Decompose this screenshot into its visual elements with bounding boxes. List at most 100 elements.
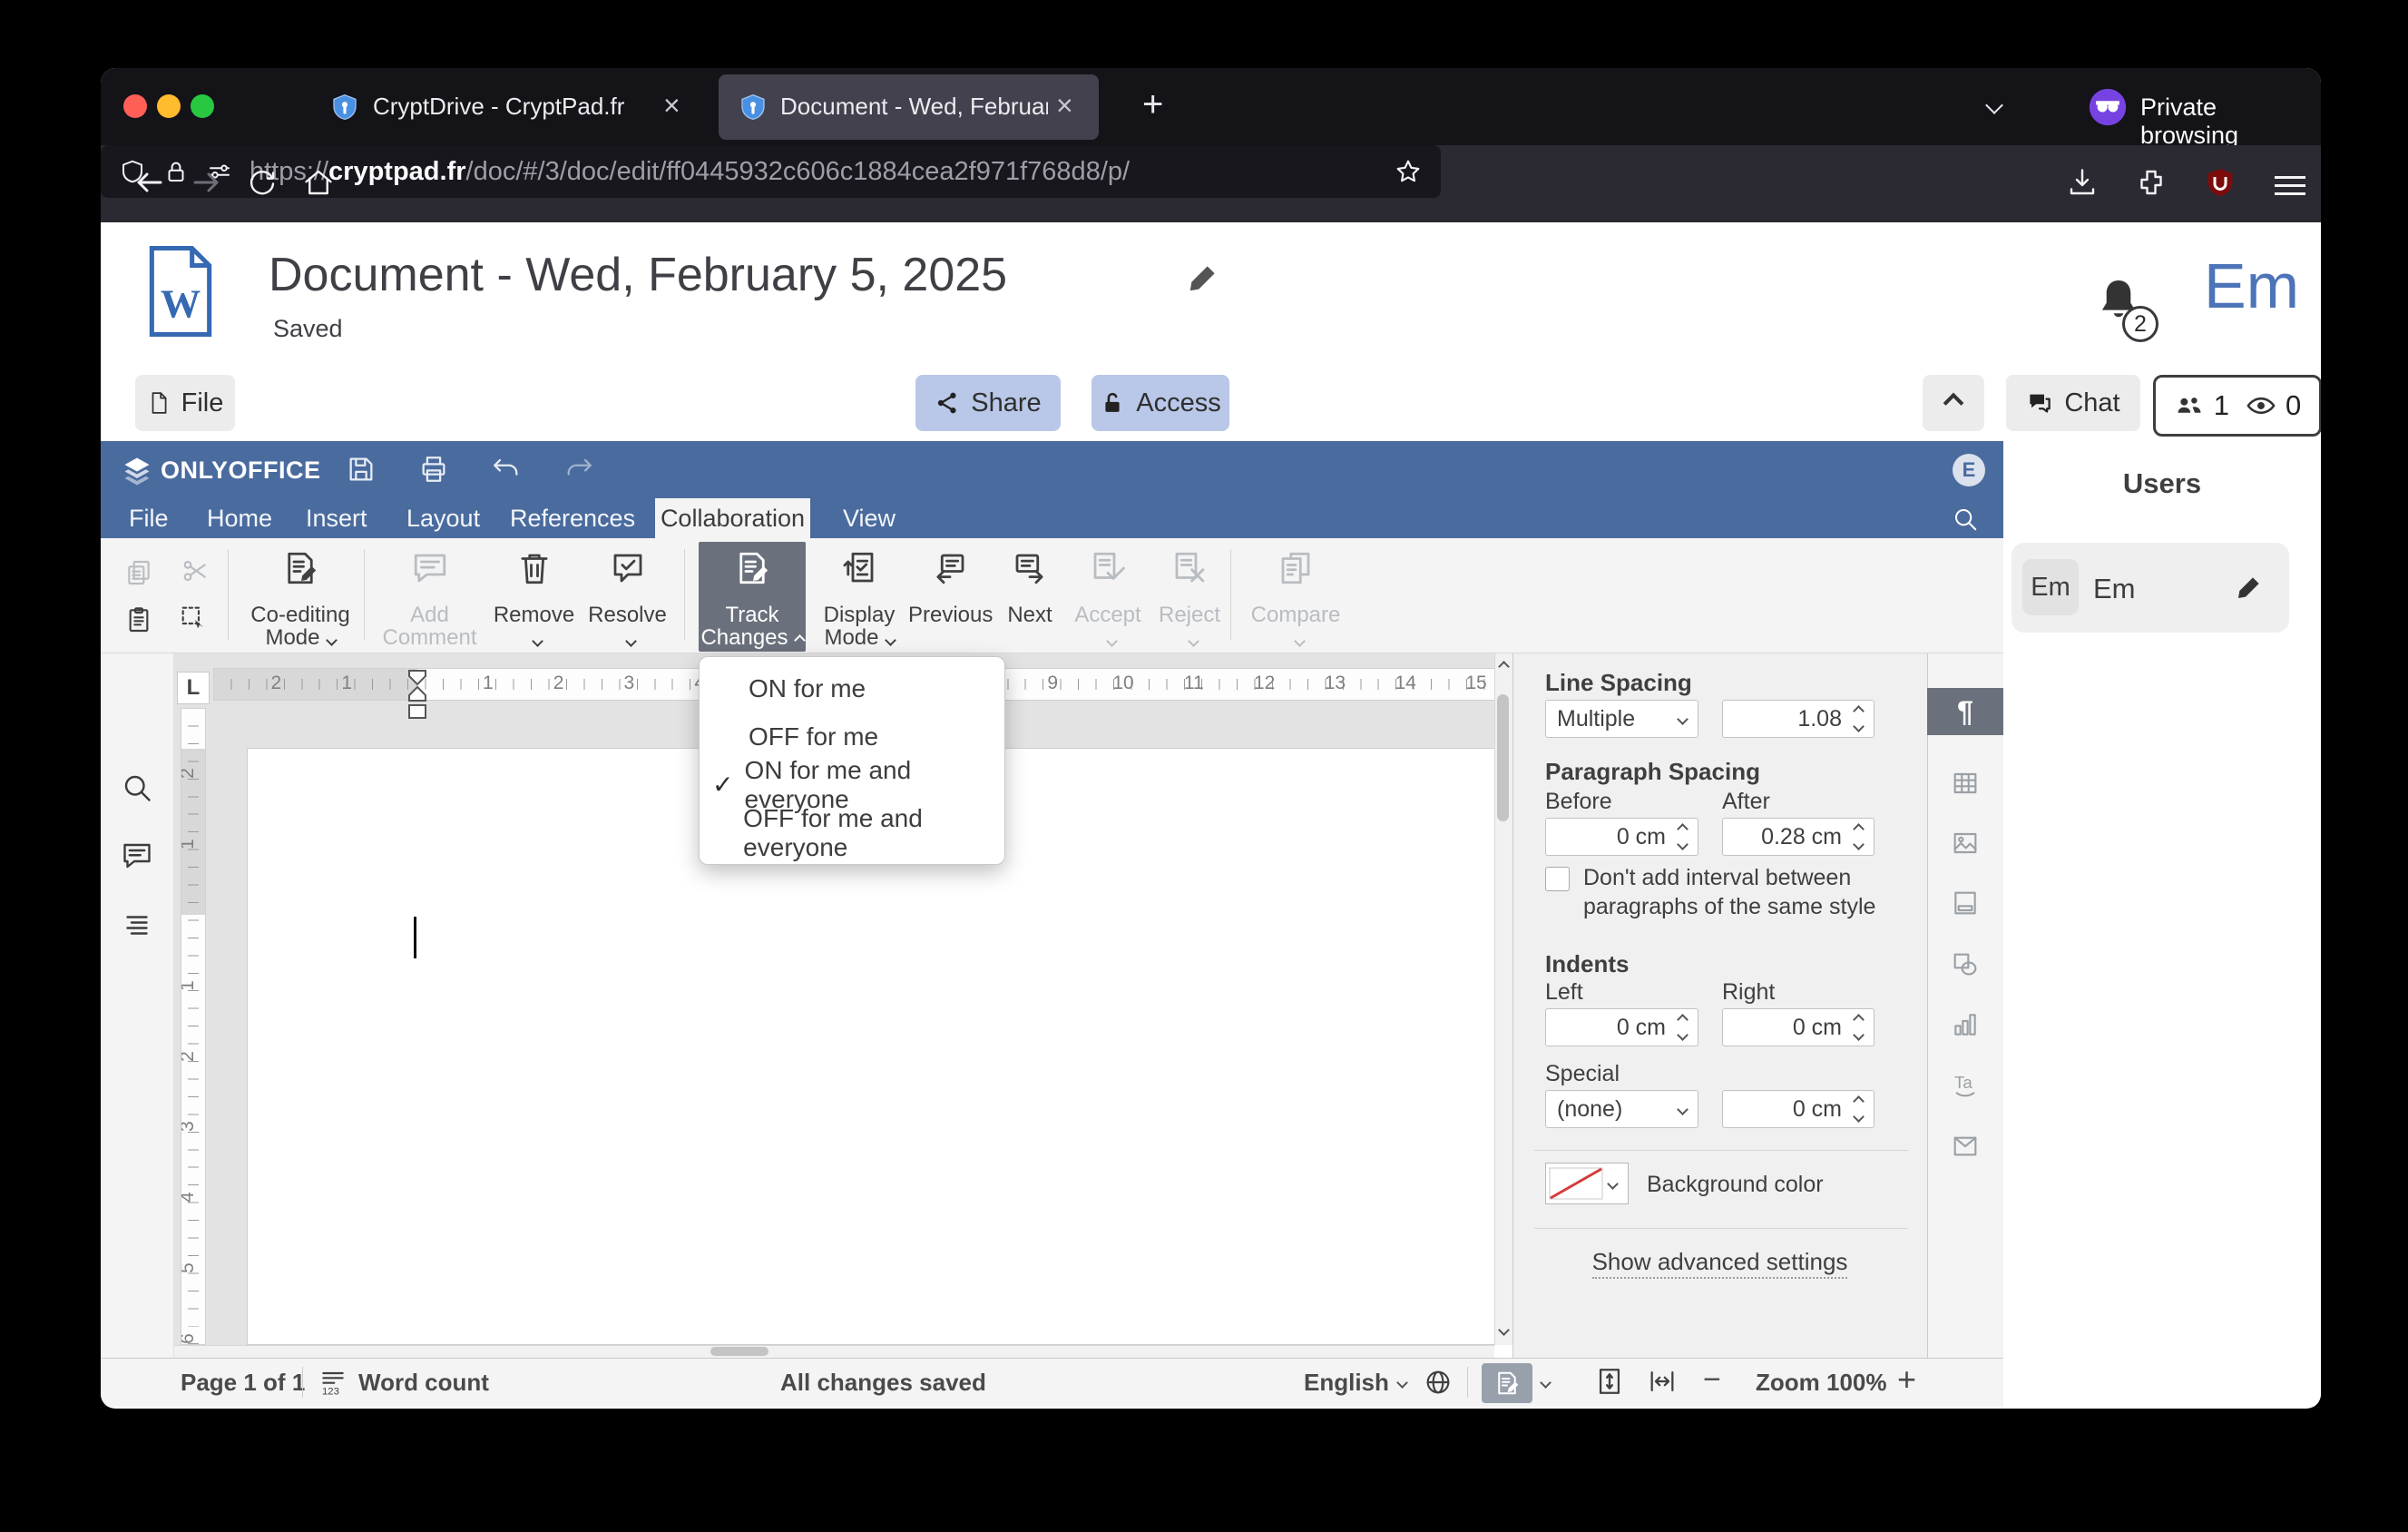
forward-button[interactable] (190, 166, 222, 199)
chart-settings-icon[interactable] (1951, 1010, 1980, 1039)
display-mode-button[interactable]: Display Mode (810, 542, 908, 652)
shape-settings-icon[interactable] (1951, 950, 1980, 979)
tab-file[interactable]: File (129, 505, 169, 533)
menu-item-on-for-me[interactable]: ✓ ON for me (700, 664, 1004, 712)
undo-button[interactable] (491, 454, 522, 485)
resolve-button[interactable]: Resolve (580, 542, 675, 652)
interval-checkbox[interactable] (1545, 867, 1570, 891)
horizontal-scrollbar[interactable] (174, 1345, 1494, 1358)
edit-name-pencil-icon[interactable] (2235, 573, 2264, 602)
vertical-ruler[interactable]: 2 1 1 2 3 4 5 6 (181, 708, 206, 1345)
tab-references[interactable]: References (510, 505, 635, 533)
editor-user-badge[interactable]: E (1953, 454, 1985, 486)
vertical-scroll-thumb[interactable] (1497, 694, 1509, 821)
close-window-button[interactable] (123, 94, 147, 118)
new-tab-button[interactable]: + (1142, 84, 1163, 125)
spacing-after-spinner[interactable]: 0.28 cm (1722, 818, 1875, 856)
rename-pencil-icon[interactable] (1186, 260, 1220, 295)
select-all-button[interactable] (179, 604, 208, 633)
track-changes-status-button[interactable] (1482, 1363, 1532, 1403)
mail-merge-icon[interactable] (1951, 1132, 1980, 1161)
horizontal-scroll-thumb[interactable] (710, 1347, 768, 1356)
zoom-out-button[interactable]: − (1703, 1362, 1721, 1398)
reject-button[interactable]: Reject (1150, 542, 1229, 652)
accept-button[interactable]: Accept (1068, 542, 1148, 652)
zoom-in-button[interactable]: + (1897, 1360, 1916, 1399)
downloads-button[interactable] (2066, 166, 2099, 199)
paragraph-settings-icon[interactable]: ¶ (1927, 688, 2003, 735)
menu-hamburger-button[interactable] (2275, 171, 2305, 201)
tab-layout[interactable]: Layout (406, 505, 480, 533)
paste-button[interactable] (124, 605, 153, 634)
line-spacing-select[interactable]: Multiple (1545, 700, 1698, 738)
special-indent-spinner[interactable]: 0 cm (1722, 1090, 1875, 1128)
co-editing-mode-button[interactable]: Co-editing Mode (237, 542, 364, 652)
word-count-button[interactable]: Word count (358, 1369, 489, 1397)
indent-right-spinner[interactable]: 0 cm (1722, 1008, 1875, 1046)
navigation-headings-icon[interactable] (121, 908, 153, 940)
language-selector[interactable]: English (1304, 1369, 1389, 1397)
cut-button[interactable] (181, 556, 210, 585)
close-tab-icon[interactable]: × (663, 91, 680, 120)
bookmark-star-icon[interactable] (1394, 157, 1423, 186)
minimize-window-button[interactable] (157, 94, 181, 118)
save-button[interactable] (346, 454, 377, 485)
spellcheck-globe-icon[interactable] (1424, 1368, 1453, 1397)
file-menu-button[interactable]: File (135, 375, 235, 431)
tab-collaboration-active[interactable]: Collaboration (655, 498, 810, 538)
share-button[interactable]: Share (915, 375, 1061, 431)
connection-lock-icon[interactable] (162, 158, 190, 185)
show-advanced-settings-link[interactable]: Show advanced settings (1591, 1248, 1848, 1279)
print-button[interactable] (418, 454, 449, 485)
line-spacing-value-spinner[interactable]: 1.08 (1722, 700, 1875, 738)
track-changes-button[interactable]: Track Changes (699, 542, 806, 652)
collapse-toolbar-button[interactable] (1923, 375, 1984, 431)
home-button[interactable] (302, 166, 335, 199)
table-settings-icon[interactable] (1951, 769, 1980, 798)
remove-button[interactable]: Remove (491, 542, 577, 652)
menu-item-off-for-me-and-everyone[interactable]: ✓ OFF for me and everyone (700, 804, 1004, 861)
menu-item-on-for-me-and-everyone[interactable]: ✓ ON for me and everyone (700, 756, 1004, 813)
tab-view[interactable]: View (843, 505, 896, 533)
access-button[interactable]: Access (1091, 375, 1229, 431)
find-search-icon[interactable] (121, 771, 153, 804)
header-footer-settings-icon[interactable] (1951, 889, 1980, 918)
indent-markers[interactable] (407, 665, 427, 722)
tab-insert[interactable]: Insert (306, 505, 367, 533)
extensions-button[interactable] (2135, 166, 2168, 199)
interval-checkbox-label[interactable]: Don't add interval between paragraphs of … (1583, 863, 1892, 921)
copy-button[interactable] (124, 558, 153, 587)
list-tabs-chevron-icon[interactable] (1985, 96, 2003, 114)
fit-page-button[interactable] (1594, 1366, 1625, 1397)
account-avatar[interactable]: Em (2204, 250, 2299, 322)
page-indicator[interactable]: Page 1 of 1 (181, 1369, 305, 1397)
background-color-picker[interactable] (1545, 1163, 1629, 1204)
spacing-before-spinner[interactable]: 0 cm (1545, 818, 1698, 856)
zoom-level[interactable]: Zoom 100% (1756, 1369, 1887, 1397)
add-comment-button[interactable]: Add Comment (373, 542, 486, 652)
tab-document-active[interactable]: Document - Wed, February 5, 2025 × (719, 74, 1099, 140)
compare-button[interactable]: Compare (1246, 542, 1346, 652)
search-icon[interactable] (1952, 506, 1979, 533)
close-tab-icon[interactable]: × (1056, 91, 1073, 120)
back-button[interactable] (133, 166, 166, 199)
special-indent-select[interactable]: (none) (1545, 1090, 1698, 1128)
comments-panel-icon[interactable] (121, 840, 153, 872)
indent-left-spinner[interactable]: 0 cm (1545, 1008, 1698, 1046)
next-change-button[interactable]: Next (994, 542, 1066, 652)
tab-home[interactable]: Home (207, 505, 272, 533)
tab-stop-selector[interactable]: L (177, 672, 210, 704)
fit-width-button[interactable] (1647, 1366, 1678, 1397)
tab-cryptdrive[interactable]: CryptDrive - CryptPad.fr × (255, 74, 709, 140)
ublock-origin-icon[interactable] (2204, 166, 2237, 199)
image-settings-icon[interactable] (1951, 829, 1980, 858)
document-title[interactable]: Document - Wed, February 5, 2025 (269, 248, 1007, 302)
textart-settings-icon[interactable] (1951, 1070, 1980, 1099)
reload-button[interactable] (246, 166, 279, 199)
redo-button[interactable] (563, 454, 594, 485)
chat-button[interactable]: Chat (2006, 375, 2140, 431)
previous-change-button[interactable]: Previous (908, 542, 993, 652)
participants-counter[interactable]: 1 0 (2153, 375, 2321, 437)
menu-item-off-for-me[interactable]: ✓ OFF for me (700, 712, 1004, 761)
maximize-window-button[interactable] (191, 94, 214, 118)
